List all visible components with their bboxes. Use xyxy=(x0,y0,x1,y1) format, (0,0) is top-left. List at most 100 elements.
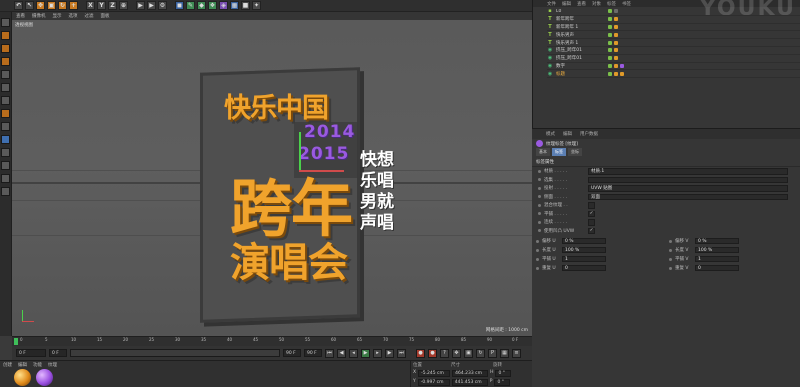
object-row[interactable]: T 快乐男声 xyxy=(547,31,800,40)
mix-textures-checkbox[interactable] xyxy=(588,202,595,209)
render-icon[interactable] xyxy=(614,9,618,14)
points-mode-icon[interactable] xyxy=(1,70,10,79)
object-row[interactable]: ◉ 挤压_跨年01 xyxy=(547,47,800,55)
tile-checkbox[interactable]: ✓ xyxy=(588,210,595,217)
render-icon[interactable] xyxy=(614,32,618,37)
next-frame-icon[interactable]: ▸ xyxy=(373,348,382,358)
render-icon[interactable] xyxy=(614,17,618,22)
tab-coords[interactable]: 坐标 xyxy=(568,148,582,156)
attr-menu-userdata[interactable]: 用户数据 xyxy=(580,131,598,137)
seamless-checkbox[interactable] xyxy=(588,219,595,226)
visibility-icon[interactable] xyxy=(608,56,612,61)
visibility-icon[interactable] xyxy=(608,32,612,37)
attr-menu-mode[interactable]: 模式 xyxy=(546,131,555,137)
solo-icon[interactable] xyxy=(1,161,10,170)
material-tag-icon[interactable] xyxy=(620,71,624,76)
keyframe-selection-icon[interactable]: ? xyxy=(440,348,449,358)
menu-view[interactable]: 查看 xyxy=(16,13,25,19)
floor-icon[interactable]: ▦ xyxy=(230,1,239,10)
cube-icon[interactable]: ◼ xyxy=(175,1,184,10)
repetitions-u-field[interactable]: 0 xyxy=(562,264,606,272)
grid-icon[interactable] xyxy=(1,174,10,183)
start-frame-field[interactable]: 0 F xyxy=(49,349,67,357)
next-key-icon[interactable]: ▶ xyxy=(385,348,394,358)
tab-tag[interactable]: 标签 xyxy=(552,148,566,156)
material-tag-icon[interactable] xyxy=(620,63,624,68)
size-y-field[interactable]: 441.453 cm xyxy=(451,379,488,386)
material-menu-edit[interactable]: 编辑 xyxy=(18,362,27,368)
object-row[interactable]: T 新年跨年 xyxy=(547,16,800,24)
side-select[interactable]: 双面 xyxy=(588,193,788,200)
pla-key-icon[interactable]: ▦ xyxy=(500,348,509,358)
undo-icon[interactable]: ↶ xyxy=(14,1,23,10)
material-link-field[interactable]: 材质.1 xyxy=(588,168,788,175)
tiles-u-field[interactable]: 1 xyxy=(562,255,606,263)
attr-menu-edit[interactable]: 编辑 xyxy=(563,131,572,137)
scale-key-icon[interactable]: ▣ xyxy=(464,348,473,358)
coordinate-system-icon[interactable]: ⊕ xyxy=(119,1,128,10)
material-menu-function[interactable]: 功能 xyxy=(33,362,42,368)
object-row[interactable]: ▪ L0 xyxy=(547,8,800,16)
workplane-lock-icon[interactable] xyxy=(1,148,10,157)
texture-mode-icon[interactable] xyxy=(1,44,10,53)
param-key-icon[interactable]: P xyxy=(488,348,497,358)
rotation-key-icon[interactable]: ↻ xyxy=(476,348,485,358)
offset-v-field[interactable]: 0 % xyxy=(695,237,739,245)
render-icon[interactable] xyxy=(614,24,618,29)
render-settings-icon[interactable]: ⚙ xyxy=(158,1,167,10)
prev-frame-icon[interactable]: ◂ xyxy=(349,348,358,358)
om-menu-view[interactable]: 查看 xyxy=(577,1,586,7)
range-slider[interactable] xyxy=(70,349,280,357)
visibility-icon[interactable] xyxy=(608,71,612,76)
render-picture-icon[interactable]: ▶ xyxy=(147,1,156,10)
select-icon[interactable]: ↖ xyxy=(25,1,34,10)
z-axis-toggle[interactable]: Z xyxy=(108,1,117,10)
om-menu-file[interactable]: 文件 xyxy=(547,1,556,7)
object-row[interactable]: T 快乐男声 1 xyxy=(547,39,800,47)
position-y-field[interactable]: -0.997 cm xyxy=(417,379,450,386)
autokey-icon[interactable]: ● xyxy=(428,348,437,358)
visibility-icon[interactable] xyxy=(608,17,612,22)
tiles-v-field[interactable]: 1 xyxy=(695,255,739,263)
snap-icon[interactable] xyxy=(1,135,10,144)
move-icon[interactable]: ✥ xyxy=(36,1,45,10)
material-orange[interactable] xyxy=(14,369,31,386)
layer-icon[interactable] xyxy=(1,187,10,196)
render-icon[interactable] xyxy=(614,40,618,45)
uvw-bump-checkbox[interactable]: ✓ xyxy=(588,227,595,234)
end-frame-field-b[interactable]: 90 F xyxy=(304,349,322,357)
array-icon[interactable]: ❖ xyxy=(208,1,217,10)
rotate-icon[interactable]: ↻ xyxy=(58,1,67,10)
current-frame-field[interactable]: 0 F xyxy=(16,349,46,357)
perspective-viewport[interactable]: 透视视图 快乐中国 2014 2015 跨年 演唱会 快想 乐唱 男就 声唱 网… xyxy=(12,20,532,336)
visibility-icon[interactable] xyxy=(608,63,612,68)
menu-filter[interactable]: 过滤 xyxy=(85,13,94,19)
record-icon[interactable]: ● xyxy=(416,348,425,358)
go-to-end-icon[interactable]: ⏭ xyxy=(397,348,406,358)
nurbs-icon[interactable]: ◆ xyxy=(197,1,206,10)
rotation-h-field[interactable]: 0 ° xyxy=(495,370,512,377)
object-row[interactable]: ◉ 数字 xyxy=(547,63,800,71)
render-icon[interactable] xyxy=(614,71,618,76)
axis-icon[interactable]: + xyxy=(69,1,78,10)
visibility-icon[interactable] xyxy=(608,40,612,45)
position-key-icon[interactable]: ✥ xyxy=(452,348,461,358)
length-v-field[interactable]: 100 % xyxy=(695,246,739,254)
material-purple[interactable] xyxy=(36,369,53,386)
menu-options[interactable]: 选项 xyxy=(69,13,78,19)
object-row[interactable]: T 新年跨年 1 xyxy=(547,24,800,32)
object-row[interactable]: ◉ 挤压_跨年01 xyxy=(547,55,800,63)
material-menu-texture[interactable]: 纹理 xyxy=(48,362,57,368)
model-mode-icon[interactable] xyxy=(1,31,10,40)
om-menu-tag[interactable]: 标签 xyxy=(607,1,616,7)
playhead[interactable] xyxy=(14,338,18,345)
selection-field[interactable] xyxy=(588,176,788,183)
om-menu-bookmark[interactable]: 书签 xyxy=(622,1,631,7)
go-to-start-icon[interactable]: ⏮ xyxy=(325,348,334,358)
rotation-p-field[interactable]: 0 ° xyxy=(494,379,511,386)
camera-icon[interactable]: ■ xyxy=(241,1,250,10)
render-icon[interactable] xyxy=(614,63,618,68)
axis-mode-icon[interactable] xyxy=(1,109,10,118)
length-u-field[interactable]: 100 % xyxy=(562,246,606,254)
menu-panel[interactable]: 面板 xyxy=(101,13,110,19)
